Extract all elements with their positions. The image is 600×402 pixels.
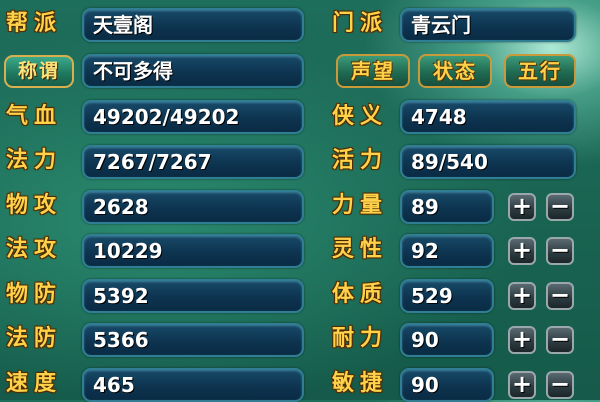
endurance-minus-button[interactable]: −	[546, 326, 574, 354]
vitality-value: 89/540	[400, 145, 576, 179]
spirit-label: 灵性	[332, 237, 389, 262]
constitution-minus-button[interactable]: −	[546, 282, 574, 310]
reputation-button[interactable]: 声望	[336, 54, 410, 88]
spirit-plus-button[interactable]: +	[508, 237, 536, 265]
guild-label: 帮派	[6, 11, 63, 36]
sect-label: 门派	[332, 11, 389, 36]
magic-defense-value: 5366	[82, 323, 304, 357]
speed-label: 速度	[6, 371, 63, 396]
guild-value: 天壹阁	[82, 8, 304, 42]
five-elements-button[interactable]: 五行	[504, 54, 576, 88]
physical-attack-label: 物攻	[6, 193, 63, 218]
hp-value: 49202/49202	[82, 100, 304, 134]
magic-attack-label: 法攻	[6, 237, 63, 262]
spirit-value: 92	[400, 234, 494, 268]
magic-defense-label: 法防	[6, 326, 63, 351]
agility-minus-button[interactable]: −	[546, 371, 574, 399]
spirit-minus-button[interactable]: −	[546, 237, 574, 265]
hp-label: 气血	[6, 104, 63, 129]
strength-minus-button[interactable]: −	[546, 193, 574, 221]
mp-value: 7267/7267	[82, 145, 304, 179]
speed-value: 465	[82, 368, 304, 402]
strength-label: 力量	[332, 193, 389, 218]
physical-defense-value: 5392	[82, 279, 304, 313]
agility-label: 敏捷	[332, 371, 389, 396]
endurance-label: 耐力	[332, 326, 389, 351]
strength-value: 89	[400, 190, 494, 224]
title-value: 不可多得	[82, 54, 304, 88]
status-button[interactable]: 状态	[418, 54, 492, 88]
physical-defense-label: 物防	[6, 282, 63, 307]
mp-label: 法力	[6, 148, 63, 173]
title-button[interactable]: 称谓	[4, 55, 74, 88]
endurance-plus-button[interactable]: +	[508, 326, 536, 354]
sect-value: 青云门	[400, 8, 576, 42]
agility-value: 90	[400, 368, 494, 402]
magic-attack-value: 10229	[82, 234, 304, 268]
constitution-label: 体质	[332, 282, 389, 307]
constitution-plus-button[interactable]: +	[508, 282, 536, 310]
endurance-value: 90	[400, 323, 494, 357]
chivalry-label: 侠义	[332, 104, 389, 129]
chivalry-value: 4748	[400, 100, 576, 134]
strength-plus-button[interactable]: +	[508, 193, 536, 221]
constitution-value: 529	[400, 279, 494, 313]
agility-plus-button[interactable]: +	[508, 371, 536, 399]
vitality-label: 活力	[332, 148, 389, 173]
physical-attack-value: 2628	[82, 190, 304, 224]
